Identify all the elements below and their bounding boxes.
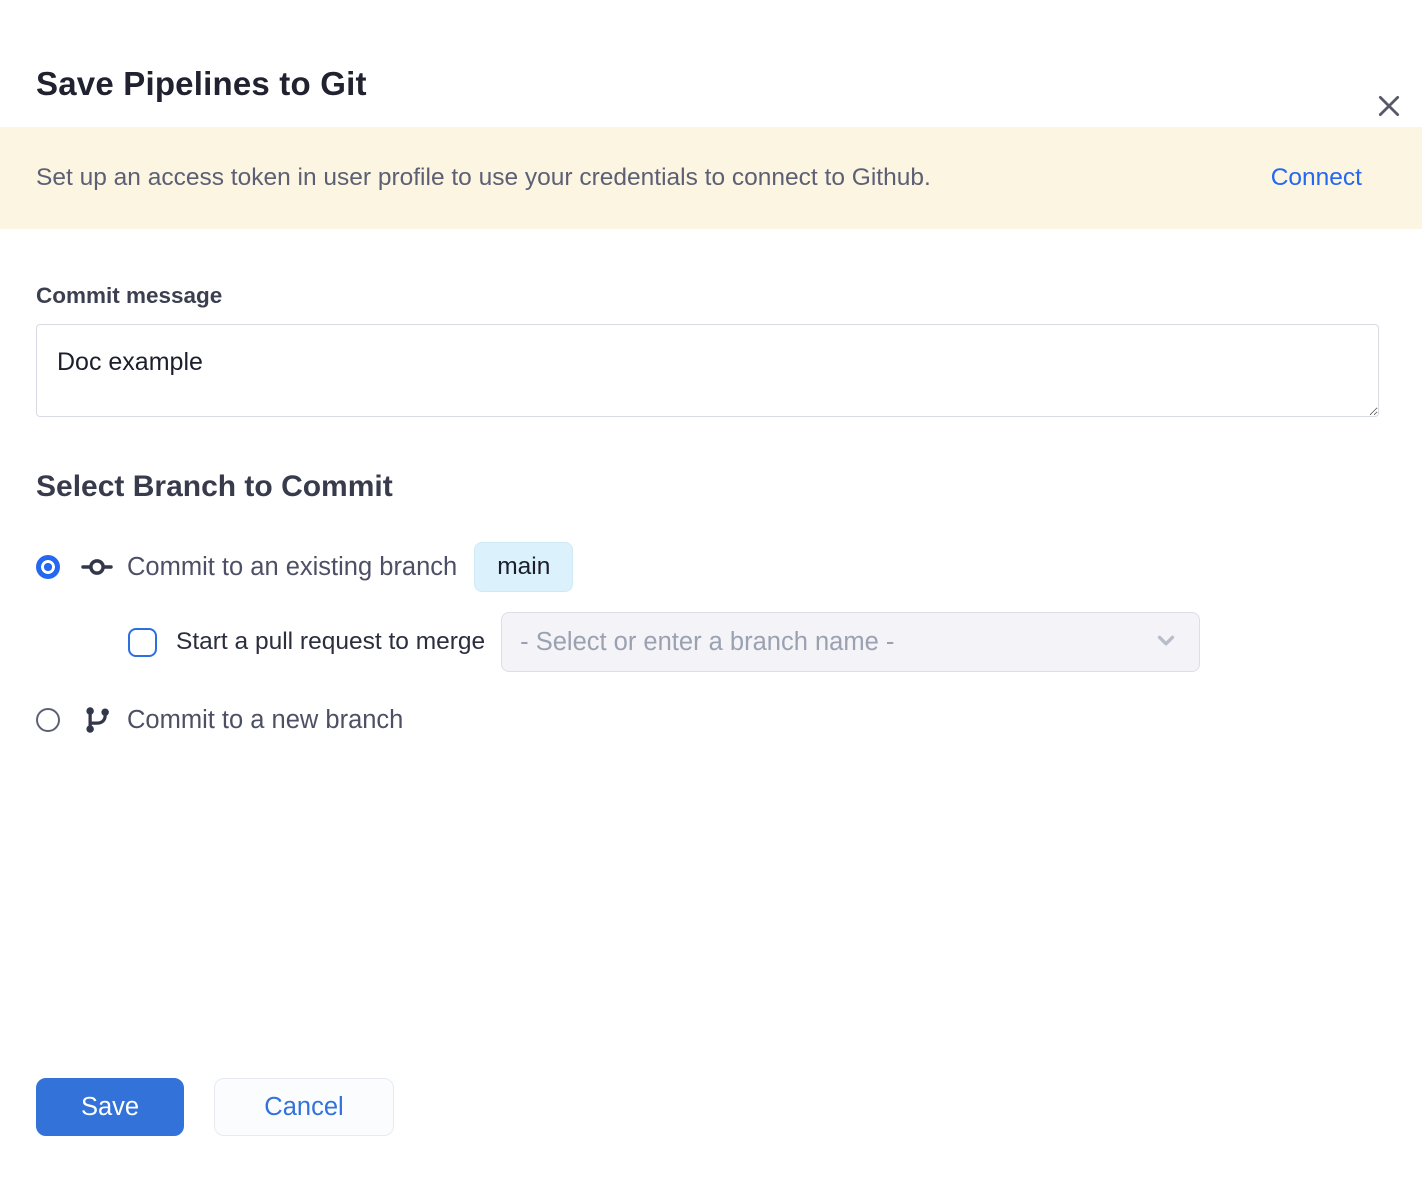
git-commit-icon	[81, 551, 113, 583]
chevron-down-icon	[1153, 627, 1179, 658]
existing-branch-radio[interactable]	[36, 555, 60, 579]
save-button[interactable]: Save	[36, 1078, 184, 1136]
existing-branch-label[interactable]: Commit to an existing branch	[127, 553, 457, 582]
access-token-banner: Set up an access token in user profile t…	[0, 127, 1422, 229]
pull-request-checkbox[interactable]	[128, 628, 157, 657]
existing-branch-option: Commit to an existing branch main	[36, 542, 1379, 592]
modal-footer: Save Cancel	[36, 1078, 394, 1136]
new-branch-radio[interactable]	[36, 708, 60, 732]
git-branch-icon	[81, 704, 113, 736]
current-branch-badge: main	[474, 542, 573, 592]
new-branch-option: Commit to a new branch	[36, 704, 1379, 736]
save-pipelines-modal: { "modal": { "title": "Save Pipelines to…	[0, 64, 1422, 1180]
pull-request-row: Start a pull request to merge - Select o…	[128, 612, 1379, 672]
banner-message: Set up an access token in user profile t…	[36, 164, 931, 192]
close-icon	[1376, 93, 1402, 124]
pull-request-label[interactable]: Start a pull request to merge	[176, 628, 485, 656]
commit-message-label: Commit message	[36, 283, 1379, 309]
merge-branch-dropdown[interactable]: - Select or enter a branch name -	[501, 612, 1200, 672]
modal-body: Commit message Doc example Select Branch…	[0, 283, 1422, 736]
merge-branch-placeholder: - Select or enter a branch name -	[520, 628, 894, 657]
connect-link[interactable]: Connect	[1271, 164, 1362, 192]
close-button[interactable]	[1375, 94, 1403, 122]
commit-message-input[interactable]: Doc example	[36, 324, 1379, 417]
modal-title: Save Pipelines to Git	[36, 64, 1386, 104]
new-branch-label[interactable]: Commit to a new branch	[127, 706, 403, 735]
cancel-button[interactable]: Cancel	[214, 1078, 394, 1136]
branch-section-heading: Select Branch to Commit	[36, 470, 1379, 504]
